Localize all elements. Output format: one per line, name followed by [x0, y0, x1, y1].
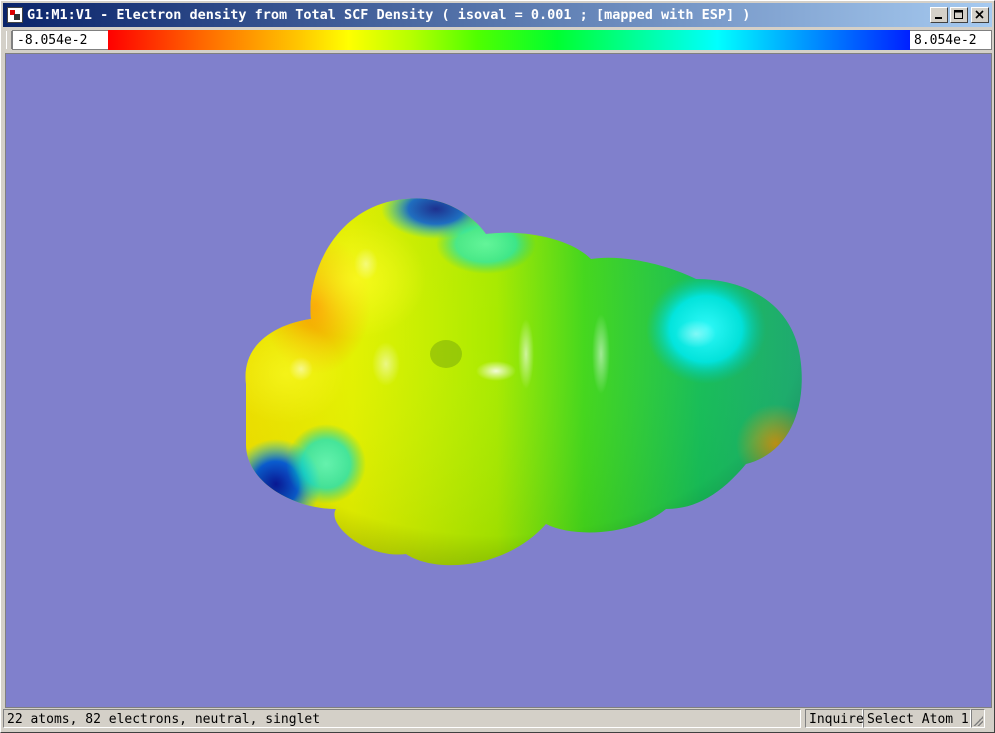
- close-icon: [975, 10, 984, 19]
- window-title: G1:M1:V1 - Electron density from Total S…: [27, 7, 751, 23]
- main-window: G1:M1:V1 - Electron density from Total S…: [0, 0, 995, 733]
- maximize-icon: [954, 10, 963, 19]
- color-scale-max-label[interactable]: 8.054e-2: [910, 30, 992, 50]
- window-controls: [928, 7, 989, 23]
- color-scale-min-label[interactable]: -8.054e-2: [12, 30, 108, 50]
- status-molecule-info: 22 atoms, 82 electrons, neutral, singlet: [3, 709, 801, 728]
- color-scale-gradient: [108, 30, 910, 50]
- title-bar[interactable]: G1:M1:V1 - Electron density from Total S…: [3, 3, 992, 27]
- minimize-button[interactable]: [930, 7, 948, 23]
- color-scale-bar: -8.054e-2 8.054e-2: [3, 29, 992, 51]
- resize-grip-icon[interactable]: [971, 709, 985, 728]
- molecule-viewport[interactable]: [5, 53, 992, 708]
- maximize-button[interactable]: [950, 7, 968, 23]
- status-action: Select Atom 1: [863, 709, 971, 728]
- close-button[interactable]: [971, 7, 989, 23]
- esp-isosurface[interactable]: [6, 54, 991, 707]
- status-bar: 22 atoms, 82 electrons, neutral, singlet…: [3, 709, 992, 730]
- minimize-icon: [935, 17, 942, 19]
- app-icon[interactable]: [7, 7, 23, 23]
- status-mode[interactable]: Inquire: [805, 709, 864, 728]
